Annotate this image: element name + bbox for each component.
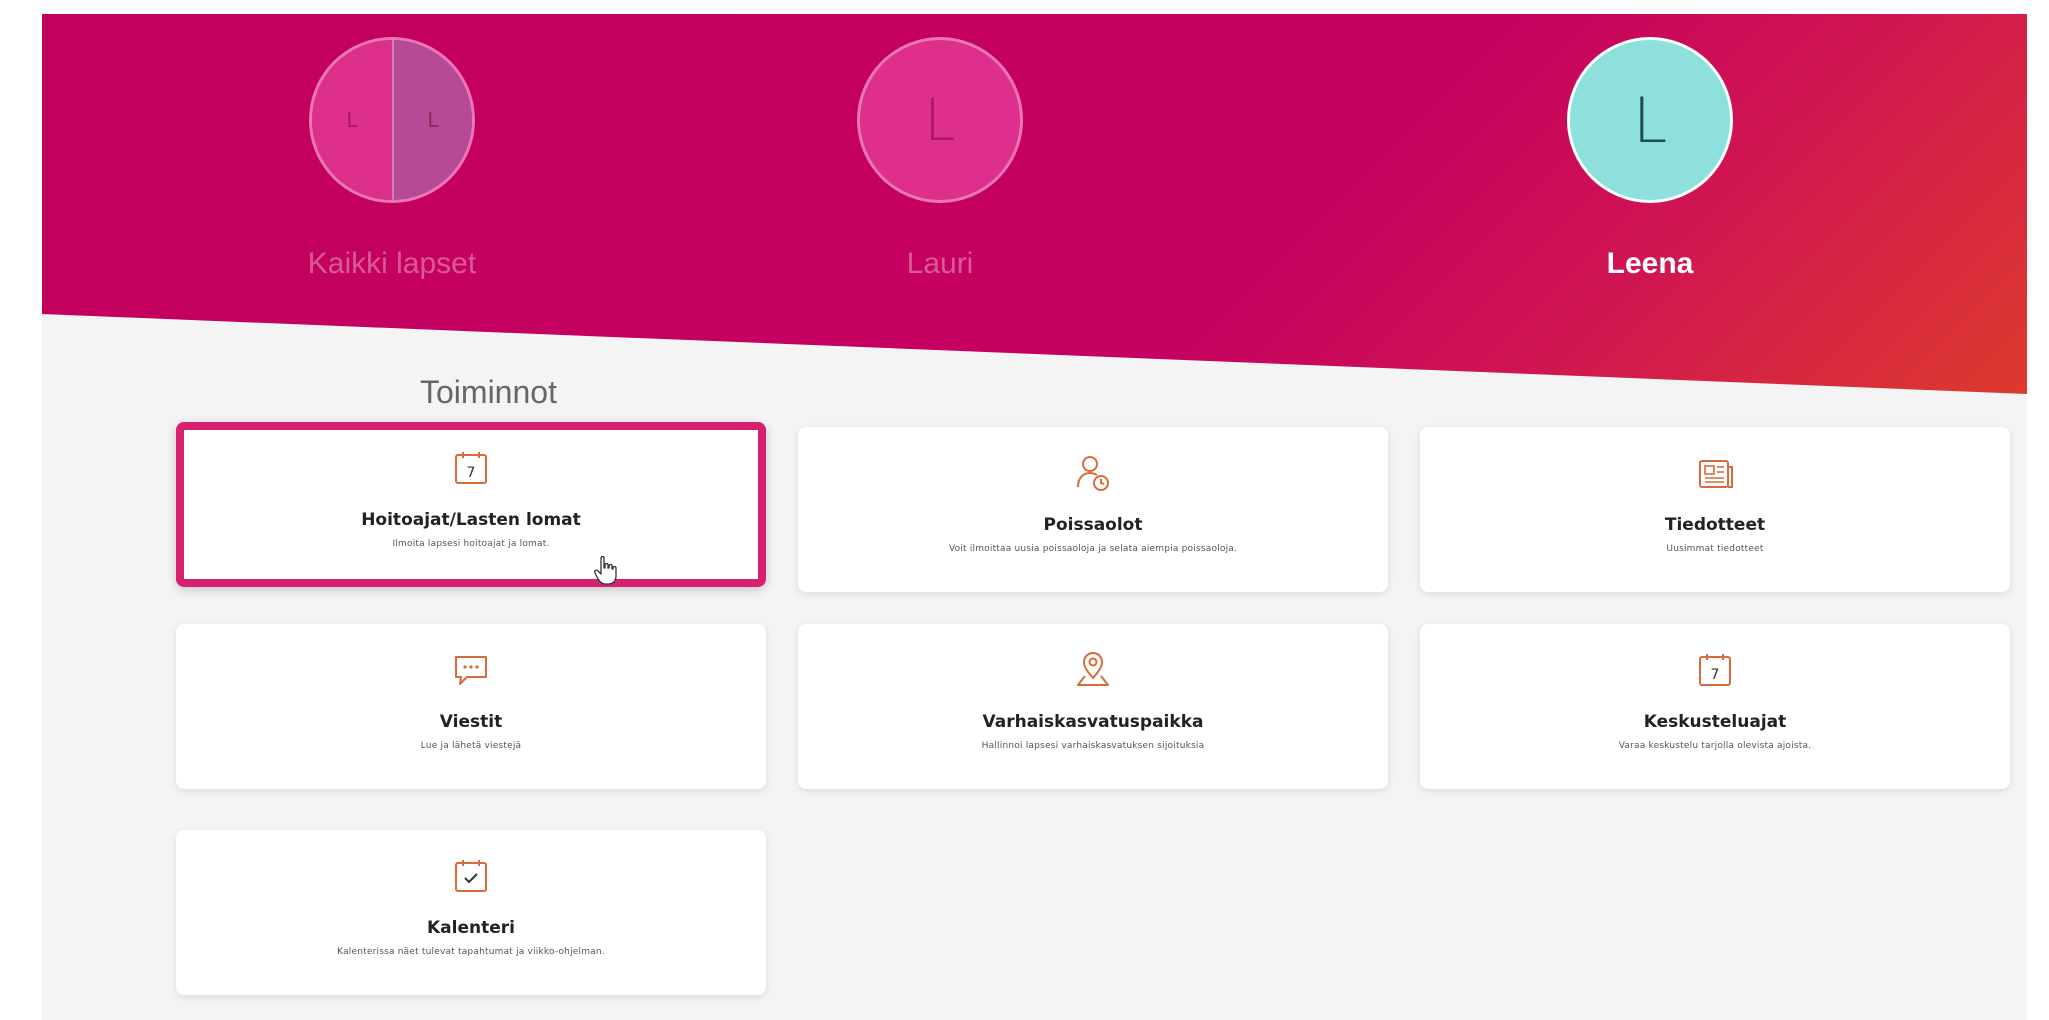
child-name-all: Kaikki lapset [307,247,477,280]
hand-cursor-icon [594,555,617,585]
card-title: Hoitoajat/Lasten lomat [361,510,581,530]
card-hoitoajat[interactable]: 7 Hoitoajat/Lasten lomat Ilmoita lapsesi… [176,422,766,587]
avatar-initial: L [427,108,439,132]
newspaper-icon [1699,460,1733,488]
card-title: Viestit [439,712,503,732]
card-description: Kalenterissa näet tulevat tapahtumat ja … [337,947,605,957]
card-title: Tiedotteet [1664,515,1766,535]
avatar-all-children[interactable]: L L [309,37,475,203]
location-pin-icon [1077,652,1109,686]
card-title: Keskusteluajat [1643,712,1787,732]
child-tab-leena[interactable]: L Leena [1540,37,1760,281]
avatar-initial: L [1632,83,1668,157]
avatar-initial: L [346,108,358,132]
avatar-initial: L [923,86,957,154]
card-poissaolot[interactable]: Poissaolot Voit ilmoittaa uusia poissaol… [798,427,1388,592]
card-tiedotteet[interactable]: Tiedotteet Uusimmat tiedotteet [1420,427,2010,592]
child-name-leena: Leena [1606,247,1694,280]
card-description: Voit ilmoittaa uusia poissaoloja ja sela… [948,544,1238,554]
card-description: Uusimmat tiedotteet [1666,544,1764,554]
app-window: L L Kaikki lapset L Lauri L Leena Toimin… [42,14,2027,1020]
card-varhaiskasvatuspaikka[interactable]: Varhaiskasvatuspaikka Hallinnoi lapsesi … [798,624,1388,789]
child-tab-all[interactable]: L L Kaikki lapset [282,37,502,281]
card-description: Hallinnoi lapsesi varhaiskasvatuksen sij… [981,741,1205,751]
avatar-leena[interactable]: L [1567,37,1733,203]
chat-bubble-icon [455,656,487,685]
section-title: Toiminnot [420,374,557,410]
card-description: Ilmoita lapsesi hoitoajat ja lomat. [392,539,550,549]
calendar-7-icon: 7 [1699,654,1731,686]
svg-text:7: 7 [1711,667,1720,683]
person-clock-icon [1077,456,1109,491]
card-keskusteluajat[interactable]: 7 Keskusteluajat Varaa keskustelu tarjol… [1420,624,2010,789]
avatar-half-right: L [392,40,472,200]
card-kalenteri[interactable]: Kalenteri Kalenterissa näet tulevat tapa… [176,830,766,995]
card-title: Varhaiskasvatuspaikka [982,712,1204,732]
card-description: Lue ja lähetä viestejä [420,741,522,751]
child-name-lauri: Lauri [906,247,974,280]
calendar-7-icon: 7 [455,452,487,484]
card-title: Poissaolot [1043,515,1143,535]
child-tab-lauri[interactable]: L Lauri [830,37,1050,281]
card-description: Varaa keskustelu tarjolla olevista ajois… [1618,741,1812,751]
card-title: Kalenteri [427,918,515,938]
calendar-check-icon [455,860,487,892]
avatar-lauri[interactable]: L [857,37,1023,203]
card-viestit[interactable]: Viestit Lue ja lähetä viestejä [176,624,766,789]
avatar-half-left: L [312,40,392,200]
svg-text:7: 7 [467,465,476,481]
